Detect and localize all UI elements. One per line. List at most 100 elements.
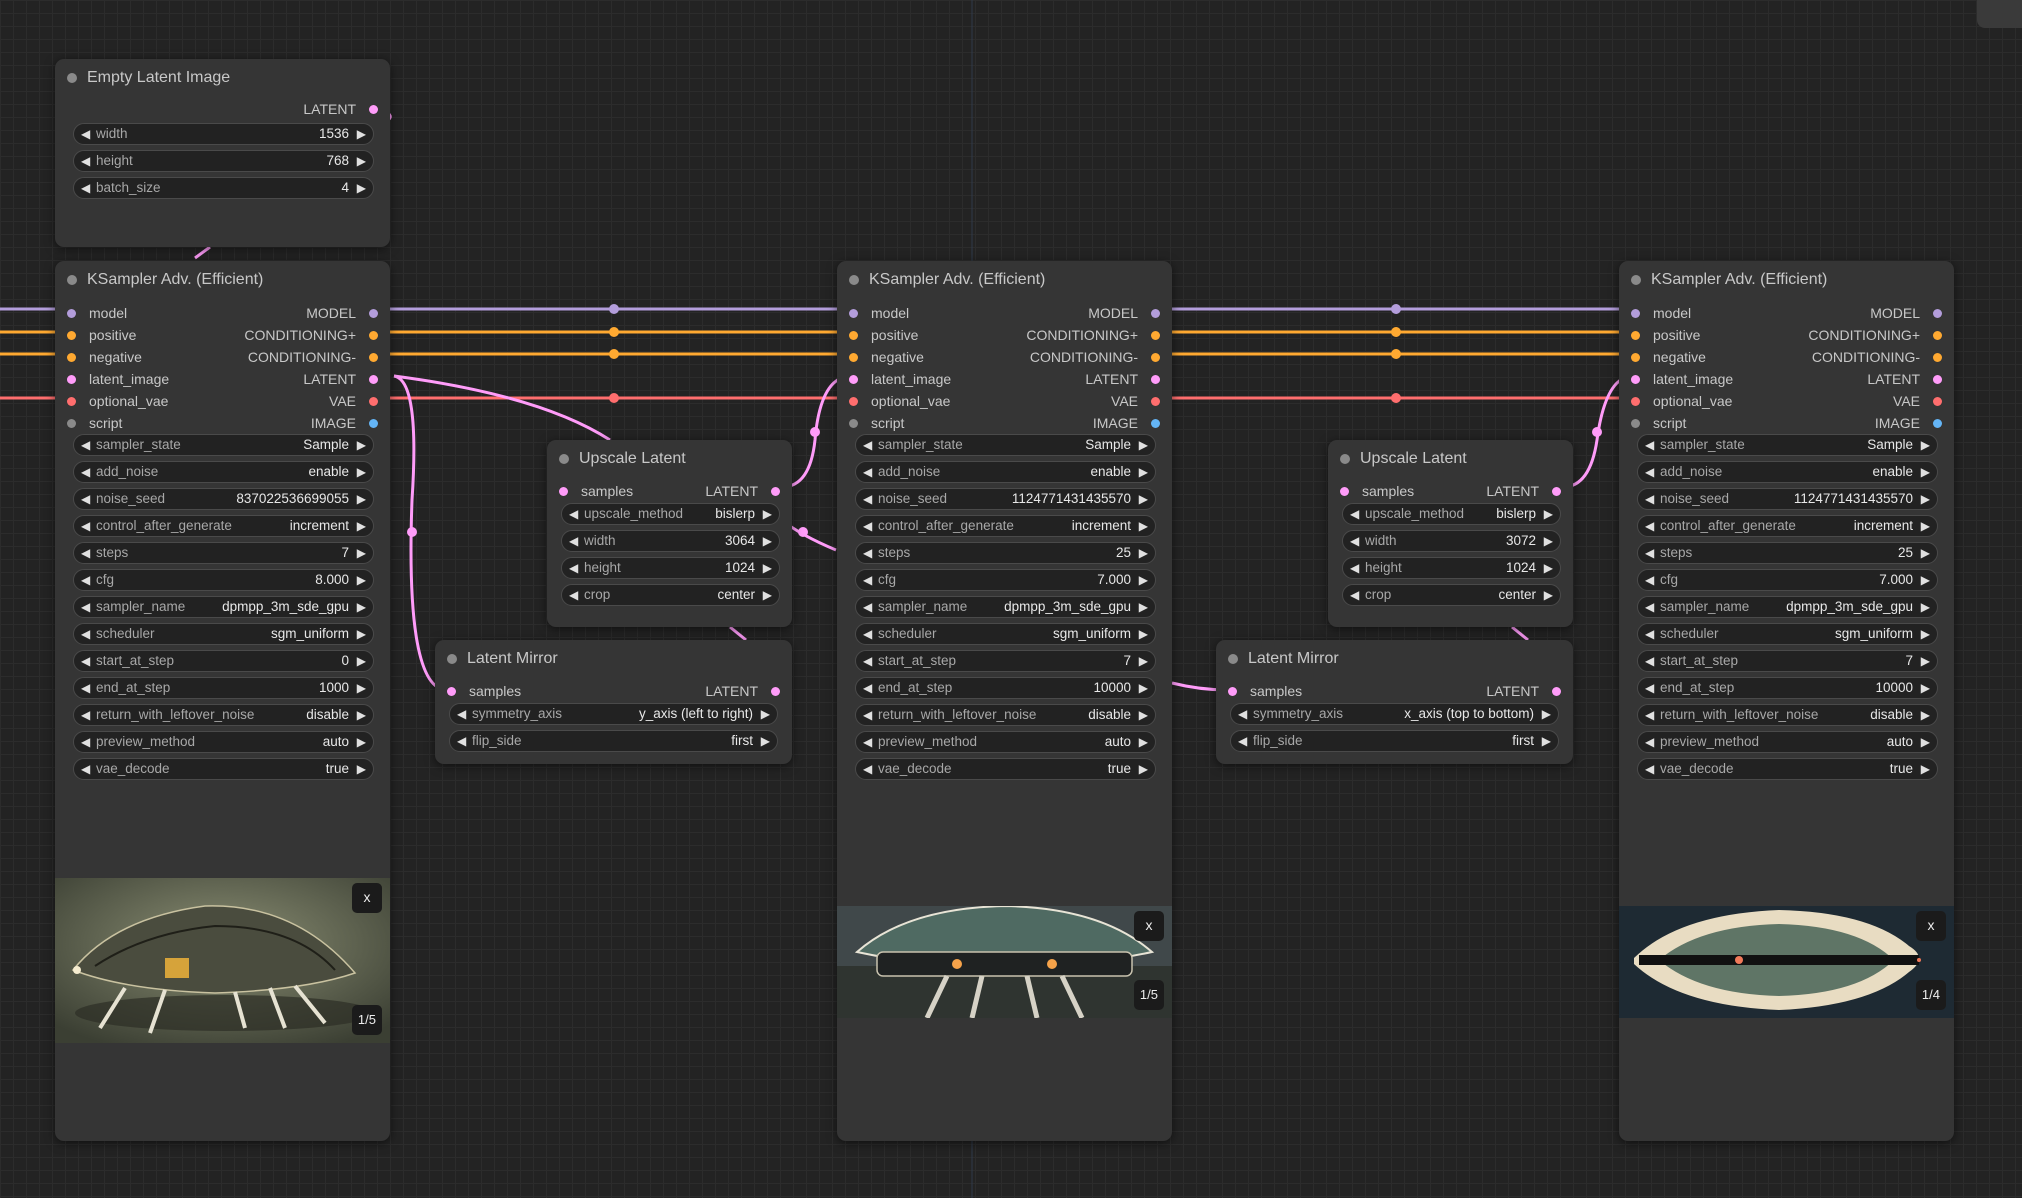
widget-value[interactable]: 7 bbox=[1123, 653, 1131, 668]
increment-arrow-icon[interactable]: ▶ bbox=[1544, 507, 1553, 521]
slot-dot-icon[interactable] bbox=[1631, 397, 1640, 406]
decrement-arrow-icon[interactable]: ◀ bbox=[1238, 734, 1247, 748]
latent-mirror-node-2[interactable]: Latent Mirror samples LATENT ◀ symmetry_axis… bbox=[1216, 640, 1573, 764]
slot-dot-icon[interactable] bbox=[67, 331, 76, 340]
decrement-arrow-icon[interactable]: ◀ bbox=[81, 681, 90, 695]
widget-value[interactable]: 3064 bbox=[725, 533, 755, 548]
ksampler-node-3[interactable]: x 1/4 KSampler Adv. (Efficient) model posit… bbox=[1619, 261, 1954, 1141]
slot-dot-icon[interactable] bbox=[559, 487, 568, 496]
widget-value[interactable]: enable bbox=[1090, 464, 1131, 479]
decrement-arrow-icon[interactable]: ◀ bbox=[81, 465, 90, 479]
increment-arrow-icon[interactable]: ▶ bbox=[357, 654, 366, 668]
increment-arrow-icon[interactable]: ▶ bbox=[1921, 654, 1930, 668]
widget-preview-method[interactable]: ◀ preview_method auto ▶ bbox=[73, 731, 374, 753]
widget-symmetry-axis[interactable]: ◀ symmetry_axis x_axis (top to bottom) ▶ bbox=[1230, 703, 1559, 725]
increment-arrow-icon[interactable]: ▶ bbox=[1139, 762, 1148, 776]
close-preview-button[interactable]: x bbox=[352, 883, 382, 913]
increment-arrow-icon[interactable]: ▶ bbox=[1139, 546, 1148, 560]
increment-arrow-icon[interactable]: ▶ bbox=[1921, 735, 1930, 749]
increment-arrow-icon[interactable]: ▶ bbox=[1139, 708, 1148, 722]
decrement-arrow-icon[interactable]: ◀ bbox=[1645, 573, 1654, 587]
decrement-arrow-icon[interactable]: ◀ bbox=[863, 600, 872, 614]
widget-start-at-step[interactable]: ◀ start_at_step 7 ▶ bbox=[1637, 650, 1938, 672]
slot-dot-icon[interactable] bbox=[369, 309, 378, 318]
widget-add-noise[interactable]: ◀ add_noise enable ▶ bbox=[855, 461, 1156, 483]
decrement-arrow-icon[interactable]: ◀ bbox=[81, 708, 90, 722]
widget-cfg[interactable]: ◀ cfg 7.000 ▶ bbox=[1637, 569, 1938, 591]
widget-value[interactable]: 1536 bbox=[319, 126, 349, 141]
slot-dot-icon[interactable] bbox=[67, 375, 76, 384]
widget-preview-method[interactable]: ◀ preview_method auto ▶ bbox=[855, 731, 1156, 753]
widget-value[interactable]: bislerp bbox=[1496, 506, 1536, 521]
decrement-arrow-icon[interactable]: ◀ bbox=[1645, 438, 1654, 452]
slot-dot-icon[interactable] bbox=[1631, 309, 1640, 318]
widget-value[interactable]: center bbox=[717, 587, 755, 602]
collapse-dot-icon[interactable] bbox=[67, 275, 77, 285]
widget-width[interactable]: ◀ width 1536 ▶ bbox=[73, 123, 374, 145]
decrement-arrow-icon[interactable]: ◀ bbox=[81, 600, 90, 614]
slot-dot-icon[interactable] bbox=[1151, 331, 1160, 340]
widget-value[interactable]: 3072 bbox=[1506, 533, 1536, 548]
increment-arrow-icon[interactable]: ▶ bbox=[357, 465, 366, 479]
widget-value[interactable]: 25 bbox=[1116, 545, 1131, 560]
decrement-arrow-icon[interactable]: ◀ bbox=[81, 492, 90, 506]
widget-value[interactable]: bislerp bbox=[715, 506, 755, 521]
increment-arrow-icon[interactable]: ▶ bbox=[1139, 627, 1148, 641]
widget-value[interactable]: sgm_uniform bbox=[1053, 626, 1131, 641]
widget-sampler-name[interactable]: ◀ sampler_name dpmpp_3m_sde_gpu ▶ bbox=[1637, 596, 1938, 618]
decrement-arrow-icon[interactable]: ◀ bbox=[1350, 561, 1359, 575]
widget-value[interactable]: first bbox=[1512, 733, 1534, 748]
node-title-bar[interactable]: Latent Mirror bbox=[1216, 640, 1573, 676]
widget-start-at-step[interactable]: ◀ start_at_step 0 ▶ bbox=[73, 650, 374, 672]
slot-dot-icon[interactable] bbox=[1151, 353, 1160, 362]
widget-return-with-leftover-noise[interactable]: ◀ return_with_leftover_noise disable ▶ bbox=[855, 704, 1156, 726]
decrement-arrow-icon[interactable]: ◀ bbox=[1350, 507, 1359, 521]
increment-arrow-icon[interactable]: ▶ bbox=[357, 546, 366, 560]
increment-arrow-icon[interactable]: ▶ bbox=[1921, 708, 1930, 722]
decrement-arrow-icon[interactable]: ◀ bbox=[1645, 600, 1654, 614]
widget-height[interactable]: ◀ height 768 ▶ bbox=[73, 150, 374, 172]
slot-dot-icon[interactable] bbox=[1631, 353, 1640, 362]
slot-dot-icon[interactable] bbox=[1631, 331, 1640, 340]
slot-dot-icon[interactable] bbox=[771, 487, 780, 496]
decrement-arrow-icon[interactable]: ◀ bbox=[1645, 627, 1654, 641]
widget-steps[interactable]: ◀ steps 25 ▶ bbox=[855, 542, 1156, 564]
decrement-arrow-icon[interactable]: ◀ bbox=[1645, 519, 1654, 533]
increment-arrow-icon[interactable]: ▶ bbox=[1139, 492, 1148, 506]
slot-dot-icon[interactable] bbox=[369, 105, 378, 114]
slot-dot-icon[interactable] bbox=[67, 309, 76, 318]
widget-value[interactable]: 25 bbox=[1898, 545, 1913, 560]
increment-arrow-icon[interactable]: ▶ bbox=[763, 561, 772, 575]
widget-value[interactable]: 10000 bbox=[1875, 680, 1913, 695]
widget-sampler-state[interactable]: ◀ sampler_state Sample ▶ bbox=[855, 434, 1156, 456]
decrement-arrow-icon[interactable]: ◀ bbox=[81, 127, 90, 141]
collapse-dot-icon[interactable] bbox=[559, 454, 569, 464]
widget-value[interactable]: Sample bbox=[303, 437, 349, 452]
node-title-bar[interactable]: Upscale Latent bbox=[1328, 440, 1573, 476]
widget-noise-seed[interactable]: ◀ noise_seed 1124771431435570 ▶ bbox=[855, 488, 1156, 510]
increment-arrow-icon[interactable]: ▶ bbox=[1542, 734, 1551, 748]
increment-arrow-icon[interactable]: ▶ bbox=[357, 127, 366, 141]
slot-dot-icon[interactable] bbox=[1933, 309, 1942, 318]
decrement-arrow-icon[interactable]: ◀ bbox=[1645, 735, 1654, 749]
widget-value[interactable]: 1124771431435570 bbox=[1794, 491, 1913, 506]
increment-arrow-icon[interactable]: ▶ bbox=[1921, 465, 1930, 479]
slot-dot-icon[interactable] bbox=[1631, 375, 1640, 384]
widget-height[interactable]: ◀ height 1024 ▶ bbox=[561, 557, 780, 579]
preview-image[interactable]: x 1/5 bbox=[55, 878, 390, 1043]
increment-arrow-icon[interactable]: ▶ bbox=[1921, 762, 1930, 776]
widget-value[interactable]: true bbox=[1108, 761, 1131, 776]
widget-value[interactable]: 1000 bbox=[319, 680, 349, 695]
increment-arrow-icon[interactable]: ▶ bbox=[1139, 654, 1148, 668]
widget-value[interactable]: 1124771431435570 bbox=[1012, 491, 1131, 506]
increment-arrow-icon[interactable]: ▶ bbox=[1139, 519, 1148, 533]
widget-value[interactable]: first bbox=[731, 733, 753, 748]
decrement-arrow-icon[interactable]: ◀ bbox=[1645, 546, 1654, 560]
widget-add-noise[interactable]: ◀ add_noise enable ▶ bbox=[1637, 461, 1938, 483]
increment-arrow-icon[interactable]: ▶ bbox=[1921, 546, 1930, 560]
widget-value[interactable]: sgm_uniform bbox=[1835, 626, 1913, 641]
decrement-arrow-icon[interactable]: ◀ bbox=[569, 507, 578, 521]
slot-dot-icon[interactable] bbox=[369, 375, 378, 384]
widget-cfg[interactable]: ◀ cfg 8.000 ▶ bbox=[73, 569, 374, 591]
widget-upscale-method[interactable]: ◀ upscale_method bislerp ▶ bbox=[561, 503, 780, 525]
